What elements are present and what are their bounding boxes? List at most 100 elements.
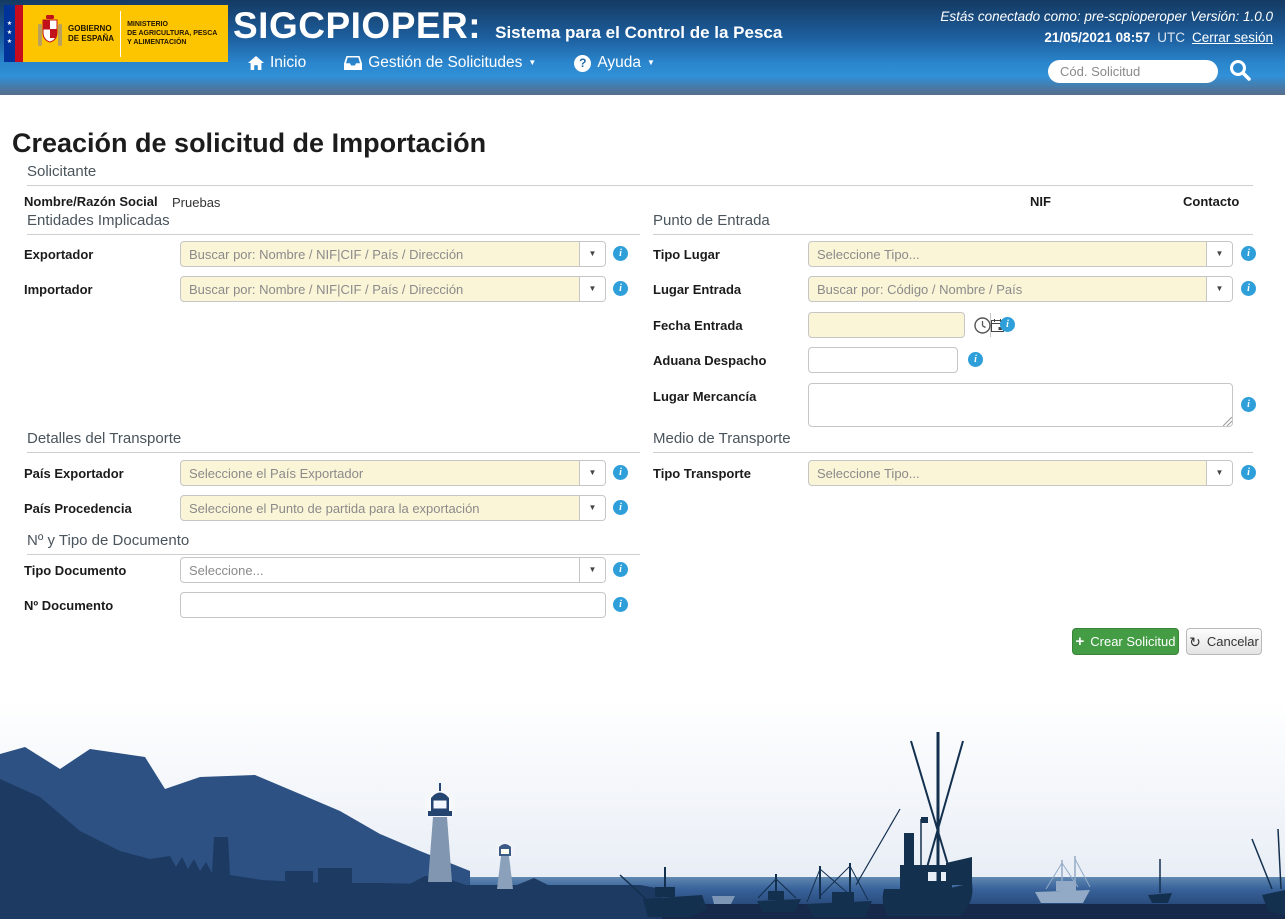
aduana-despacho-label: Aduana Despacho <box>653 352 767 368</box>
section-medio-transporte: Medio de Transporte <box>653 430 1253 453</box>
pais-procedencia-label: País Procedencia <box>24 500 132 516</box>
tipo-documento-combobox[interactable]: Seleccione... ▼ <box>180 557 606 583</box>
eu-flag-stars-icon: ★★★ <box>4 5 15 62</box>
num-documento-info-icon[interactable]: i <box>613 597 628 612</box>
importador-placeholder: Buscar por: Nombre / NIF|CIF / País / Di… <box>189 281 464 297</box>
cancelar-label: Cancelar <box>1206 634 1259 649</box>
cancelar-button[interactable]: ↻ Cancelar <box>1186 628 1262 655</box>
logo-divider <box>120 10 122 57</box>
app-header: ★★★ GOBIERNO DE ESPAÑA MINISTERIO DE AGR… <box>0 0 1285 95</box>
lugar-entrada-info-icon[interactable]: i <box>1241 281 1256 296</box>
exportador-info-icon[interactable]: i <box>613 246 628 261</box>
lugar-entrada-combobox[interactable]: Buscar por: Código / Nombre / País ▼ <box>808 276 1233 302</box>
tipo-transporte-placeholder: Seleccione Tipo... <box>817 465 920 481</box>
tipo-lugar-placeholder: Seleccione Tipo... <box>817 246 920 262</box>
crear-solicitud-button[interactable]: + Crear Solicitud <box>1072 628 1179 655</box>
tipo-documento-label: Tipo Documento <box>24 562 127 578</box>
caret-down-icon[interactable]: ▼ <box>579 242 605 266</box>
session-text: Estás conectado como: pre-scpioperoper V… <box>940 9 1273 24</box>
nif-label: NIF <box>1030 193 1051 209</box>
nav-ayuda[interactable]: ? Ayuda ▼ <box>574 54 655 72</box>
section-detalles-transporte: Detalles del Transporte <box>27 430 640 453</box>
app-subtitle: Sistema para el Control de la Pesca <box>495 23 783 42</box>
caret-down-icon[interactable]: ▼ <box>1206 242 1232 266</box>
nav-inicio-label: Inicio <box>270 54 307 71</box>
lugar-entrada-placeholder: Buscar por: Código / Nombre / País <box>817 281 1023 297</box>
tipo-lugar-label: Tipo Lugar <box>653 246 720 262</box>
search-input[interactable] <box>1048 60 1218 83</box>
caret-down-icon[interactable]: ▼ <box>579 461 605 485</box>
nombre-razon-social-value: Pruebas <box>172 195 221 210</box>
nav-inicio[interactable]: Inicio <box>248 54 306 72</box>
chevron-down-icon: ▼ <box>647 58 655 67</box>
spain-flag-yellow-stripe <box>23 5 31 62</box>
lugar-entrada-label: Lugar Entrada <box>653 281 742 297</box>
tipo-transporte-label: Tipo Transporte <box>653 465 751 481</box>
ministerio-text: MINISTERIO DE AGRICULTURA, PESCA Y ALIME… <box>127 20 218 47</box>
pais-procedencia-info-icon[interactable]: i <box>613 500 628 515</box>
pais-exportador-info-icon[interactable]: i <box>613 465 628 480</box>
search-button[interactable] <box>1228 58 1252 87</box>
aduana-despacho-info-icon[interactable]: i <box>968 352 983 367</box>
import-request-page: ★★★ GOBIERNO DE ESPAÑA MINISTERIO DE AGR… <box>0 0 1285 919</box>
plus-icon: + <box>1075 633 1085 650</box>
exportador-label: Exportador <box>24 246 94 262</box>
crear-solicitud-label: Crear Solicitud <box>1090 634 1176 649</box>
importador-label: Importador <box>24 281 93 297</box>
pais-exportador-combobox[interactable]: Seleccione el País Exportador ▼ <box>180 460 606 486</box>
fecha-entrada-input[interactable] <box>809 313 990 337</box>
tipo-lugar-info-icon[interactable]: i <box>1241 246 1256 261</box>
utc-label: UTC <box>1157 30 1185 45</box>
lugar-mercancia-textarea[interactable] <box>808 383 1233 427</box>
pais-procedencia-combobox[interactable]: Seleccione el Punto de partida para la e… <box>180 495 606 521</box>
session-datetime: 21/05/2021 08:57 <box>1044 30 1151 45</box>
section-documento: Nº y Tipo de Documento <box>27 532 640 555</box>
pais-exportador-label: País Exportador <box>24 465 124 481</box>
tipo-transporte-combobox[interactable]: Seleccione Tipo... ▼ <box>808 460 1233 486</box>
section-solicitante: Solicitante <box>27 163 1253 186</box>
time-button[interactable] <box>969 312 995 338</box>
section-entidades: Entidades Implicadas <box>27 212 640 235</box>
tipo-documento-info-icon[interactable]: i <box>613 562 628 577</box>
caret-down-icon[interactable]: ▼ <box>579 558 605 582</box>
help-icon: ? <box>574 54 592 72</box>
contacto-label: Contacto <box>1183 193 1240 209</box>
num-documento-label: Nº Documento <box>24 597 114 613</box>
num-documento-input[interactable] <box>180 592 606 618</box>
importador-info-icon[interactable]: i <box>613 281 628 296</box>
caret-down-icon[interactable]: ▼ <box>1206 277 1232 301</box>
aduana-despacho-input[interactable] <box>808 347 958 373</box>
tipo-transporte-info-icon[interactable]: i <box>1241 465 1256 480</box>
fecha-entrada-info-icon[interactable]: i <box>1000 317 1015 332</box>
logout-link[interactable]: Cerrar sesión <box>1192 30 1273 45</box>
nav-gestion-solicitudes[interactable]: Gestión de Solicitudes ▼ <box>344 54 536 72</box>
search-icon <box>1230 60 1251 81</box>
section-punto-entrada: Punto de Entrada <box>653 212 1253 235</box>
tipo-lugar-combobox[interactable]: Seleccione Tipo... ▼ <box>808 241 1233 267</box>
fecha-entrada-label: Fecha Entrada <box>653 317 743 333</box>
pais-procedencia-placeholder: Seleccione el Punto de partida para la e… <box>189 500 480 516</box>
caret-down-icon[interactable]: ▼ <box>579 496 605 520</box>
lugar-mercancia-info-icon[interactable]: i <box>1241 397 1256 412</box>
caret-down-icon[interactable]: ▼ <box>1206 461 1232 485</box>
coastal-footer-illustration <box>0 699 1285 919</box>
pais-exportador-placeholder: Seleccione el País Exportador <box>189 465 364 481</box>
tipo-documento-placeholder: Seleccione... <box>189 562 264 578</box>
exportador-combobox[interactable]: Buscar por: Nombre / NIF|CIF / País / Di… <box>180 241 606 267</box>
caret-down-icon[interactable]: ▼ <box>579 277 605 301</box>
importador-combobox[interactable]: Buscar por: Nombre / NIF|CIF / País / Di… <box>180 276 606 302</box>
fecha-entrada-group <box>808 312 1004 338</box>
app-title-block: SIGCPIOPER: Sistema para el Control de l… <box>233 5 782 47</box>
lugar-mercancia-label: Lugar Mercancía <box>653 388 757 404</box>
gobierno-espana-logo: ★★★ GOBIERNO DE ESPAÑA MINISTERIO DE AGR… <box>4 5 228 62</box>
inbox-icon <box>344 56 363 70</box>
refresh-icon: ↻ <box>1189 633 1201 650</box>
ministry-logo-plate: GOBIERNO DE ESPAÑA MINISTERIO DE AGRICUL… <box>31 5 228 62</box>
home-icon <box>248 55 264 70</box>
page-title: Creación de solicitud de Importación <box>12 128 487 158</box>
chevron-down-icon: ▼ <box>528 58 537 67</box>
spain-flag-red-stripe <box>15 5 23 62</box>
exportador-placeholder: Buscar por: Nombre / NIF|CIF / País / Di… <box>189 246 464 262</box>
nombre-razon-social-label: Nombre/Razón Social <box>24 193 158 209</box>
nav-ayuda-label: Ayuda <box>597 54 642 71</box>
